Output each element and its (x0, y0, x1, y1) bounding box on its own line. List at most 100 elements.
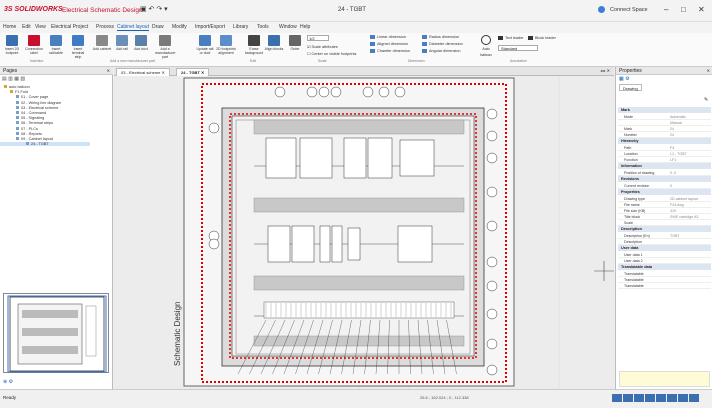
pages-bottom-tools[interactable]: ⊕ ⚙ (3, 379, 13, 385)
balloon-marker[interactable] (486, 130, 498, 142)
tabs-close-icon[interactable]: ◂ ▸ ✕ (600, 68, 610, 73)
prop-value[interactable]: 319 (670, 209, 676, 213)
quick-access-toolbar[interactable]: ▣ ↶ ↷ ▾ (140, 5, 168, 13)
prop-row[interactable]: Translatable (618, 283, 711, 289)
align-blocks-button[interactable]: Align blocks (264, 34, 284, 58)
2d-footprints-alignment-button[interactable]: 2D footprints alignment (216, 34, 236, 58)
balloon-marker[interactable] (394, 86, 406, 98)
block-leader-button[interactable]: Block leader (528, 36, 556, 40)
balloon-marker[interactable] (486, 186, 498, 198)
erase-background-button[interactable]: Erase background (244, 34, 264, 58)
connection-label-button[interactable]: Connection label (24, 34, 44, 58)
menu-edit[interactable]: Edit (22, 24, 31, 30)
add-cabinet-button[interactable]: Add cabinet (92, 34, 112, 58)
prop-value[interactable]: 24 (670, 127, 674, 131)
balloon-marker[interactable] (318, 86, 330, 98)
balloon-marker[interactable] (486, 220, 498, 232)
menu-library[interactable]: Library (233, 24, 248, 30)
tree-item-02-wiring-line-diagram[interactable]: 02 - Wiring line diagram (0, 100, 90, 105)
prop-value[interactable]: TGBT (670, 234, 680, 238)
tree-item-24-tgbt[interactable]: 24 - TGBT (0, 142, 90, 147)
tree-item-04-command[interactable]: 04 - Command (0, 111, 90, 115)
order-button[interactable]: Order (285, 34, 305, 58)
tree-item-08-reports[interactable]: 08 - Reports (0, 131, 90, 136)
maximize-button[interactable]: □ (681, 5, 686, 14)
add-a-manufacturer-part-button[interactable]: Add a manufacturer part (155, 34, 176, 59)
balloon-marker[interactable] (208, 238, 220, 250)
panel-close-icon[interactable]: ✕ (107, 68, 110, 73)
scale-attributes-checkbox[interactable]: ☑ Scale attributes (307, 44, 338, 49)
prop-section-revisions[interactable]: Revisions (618, 176, 711, 182)
tree-item-03-electrical-scheme[interactable]: 03 - Electrical scheme (0, 105, 90, 110)
menu-help[interactable]: Help (300, 24, 310, 30)
menu-window[interactable]: Window (279, 24, 297, 30)
balloon-marker[interactable] (486, 256, 498, 268)
tree-item-07-plcs[interactable]: 07 - PLCs (0, 126, 90, 131)
tab-tgbt[interactable]: 24 - TGBT ✕ (176, 68, 210, 76)
account-name[interactable]: Connect Space (610, 7, 648, 13)
balloon-marker[interactable] (486, 364, 498, 376)
prop-section-hierarchy[interactable]: Hierarchy (618, 138, 711, 144)
tab-drawing[interactable]: Drawing (619, 84, 642, 91)
aligned-dimension-button[interactable]: Aligned dimension (370, 42, 408, 46)
balloon-marker[interactable] (274, 86, 286, 98)
center-footprints-checkbox[interactable]: ☐ Center on visible footprints (307, 51, 356, 56)
menu-process[interactable]: Process (96, 24, 114, 30)
menu-view[interactable]: View (35, 24, 46, 30)
update-rail-or-duct-button[interactable]: Update rail or duct (195, 34, 215, 58)
menu-draw[interactable]: Draw (152, 24, 164, 30)
prop-value[interactable]: L1 - TGBT (670, 152, 687, 156)
menu-cabinet-layout[interactable]: Cabinet layout (117, 24, 149, 31)
balloon-marker[interactable] (486, 108, 498, 120)
status-toggle-buttons[interactable] (612, 394, 700, 404)
prop-section-description[interactable]: Description (618, 226, 711, 232)
annotation-style-select[interactable]: Standard (498, 45, 538, 51)
prop-value[interactable]: Automatic (670, 115, 686, 119)
auto-balloon-button[interactable]: Auto balloon (477, 34, 495, 58)
prop-section-information[interactable]: Information (618, 163, 711, 169)
prop-section-user-data[interactable]: User data (618, 245, 711, 251)
prop-value[interactable]: SWE cartridge A3 (670, 215, 698, 219)
pages-toolbar[interactable]: ▤ ▥ ▦ ▧ (2, 76, 25, 82)
add-rail-button[interactable]: Add rail (112, 34, 132, 58)
diameter-dimension-button[interactable]: Diameter dimension (422, 42, 463, 46)
chamfer-dimension-button[interactable]: Chamfer dimension (370, 49, 410, 53)
tree-item-05-signaling[interactable]: 05 - Signaling (0, 116, 90, 120)
prop-value[interactable]: Manual (670, 121, 682, 125)
tree-item-01-cover-page[interactable]: 01 - Cover page (0, 95, 90, 99)
edit-icon[interactable]: ✎ (704, 97, 708, 103)
balloon-marker[interactable] (330, 86, 342, 98)
balloon-marker[interactable] (362, 86, 374, 98)
tree-item-06-terminal-strips[interactable]: 06 - Terminal strips (0, 121, 90, 125)
prop-value[interactable]: F24.dwg (670, 203, 684, 207)
balloon-marker[interactable] (208, 122, 220, 134)
angular-dimension-button[interactable]: Angular dimension (422, 49, 460, 53)
insert-rail-cable-button[interactable]: Insert rail/cable (46, 34, 66, 58)
prop-value[interactable]: F4 (670, 146, 674, 150)
insert-2d-footprint-button[interactable]: Insert 2D footprint (2, 34, 22, 58)
text-leader-button[interactable]: Text leader (498, 36, 524, 40)
balloon-marker[interactable] (306, 86, 318, 98)
prop-value[interactable]: 2D cabinet layout (670, 197, 698, 201)
balloon-marker[interactable] (378, 86, 390, 98)
minimize-button[interactable]: – (664, 5, 668, 14)
properties-toolbar[interactable]: ▦ ⚙ (619, 76, 630, 82)
tree-item-f1-fold[interactable]: F1 Fold (0, 90, 90, 94)
add-duct-button[interactable]: Add duct (131, 34, 151, 58)
scale-select[interactable]: 1/2 (307, 35, 329, 41)
balloon-marker[interactable] (486, 308, 498, 320)
menu-modify[interactable]: Modify (172, 24, 187, 30)
linear-dimension-button[interactable]: Linear dimension (370, 35, 406, 39)
menu-home[interactable]: Home (3, 24, 16, 30)
menu-import-export[interactable]: Import/Export (195, 24, 225, 30)
prop-value[interactable]: 24 (670, 133, 674, 137)
balloon-marker[interactable] (486, 152, 498, 164)
tree-item-09-cabinet-layout[interactable]: 09 - Cabinet layout (0, 137, 90, 141)
radius-dimension-button[interactable]: Radius dimension (422, 35, 459, 39)
prop-section-properties[interactable]: Properties (618, 189, 711, 195)
drawing-canvas[interactable]: Schematic Design (114, 76, 614, 389)
prop-section-translatable-data[interactable]: Translatable data (618, 264, 711, 270)
tree-item-auto-balloon[interactable]: auto balloon (0, 85, 90, 89)
close-button[interactable]: ✕ (698, 5, 705, 14)
insert-terminal-strip-button[interactable]: Insert terminal strip (68, 34, 88, 59)
